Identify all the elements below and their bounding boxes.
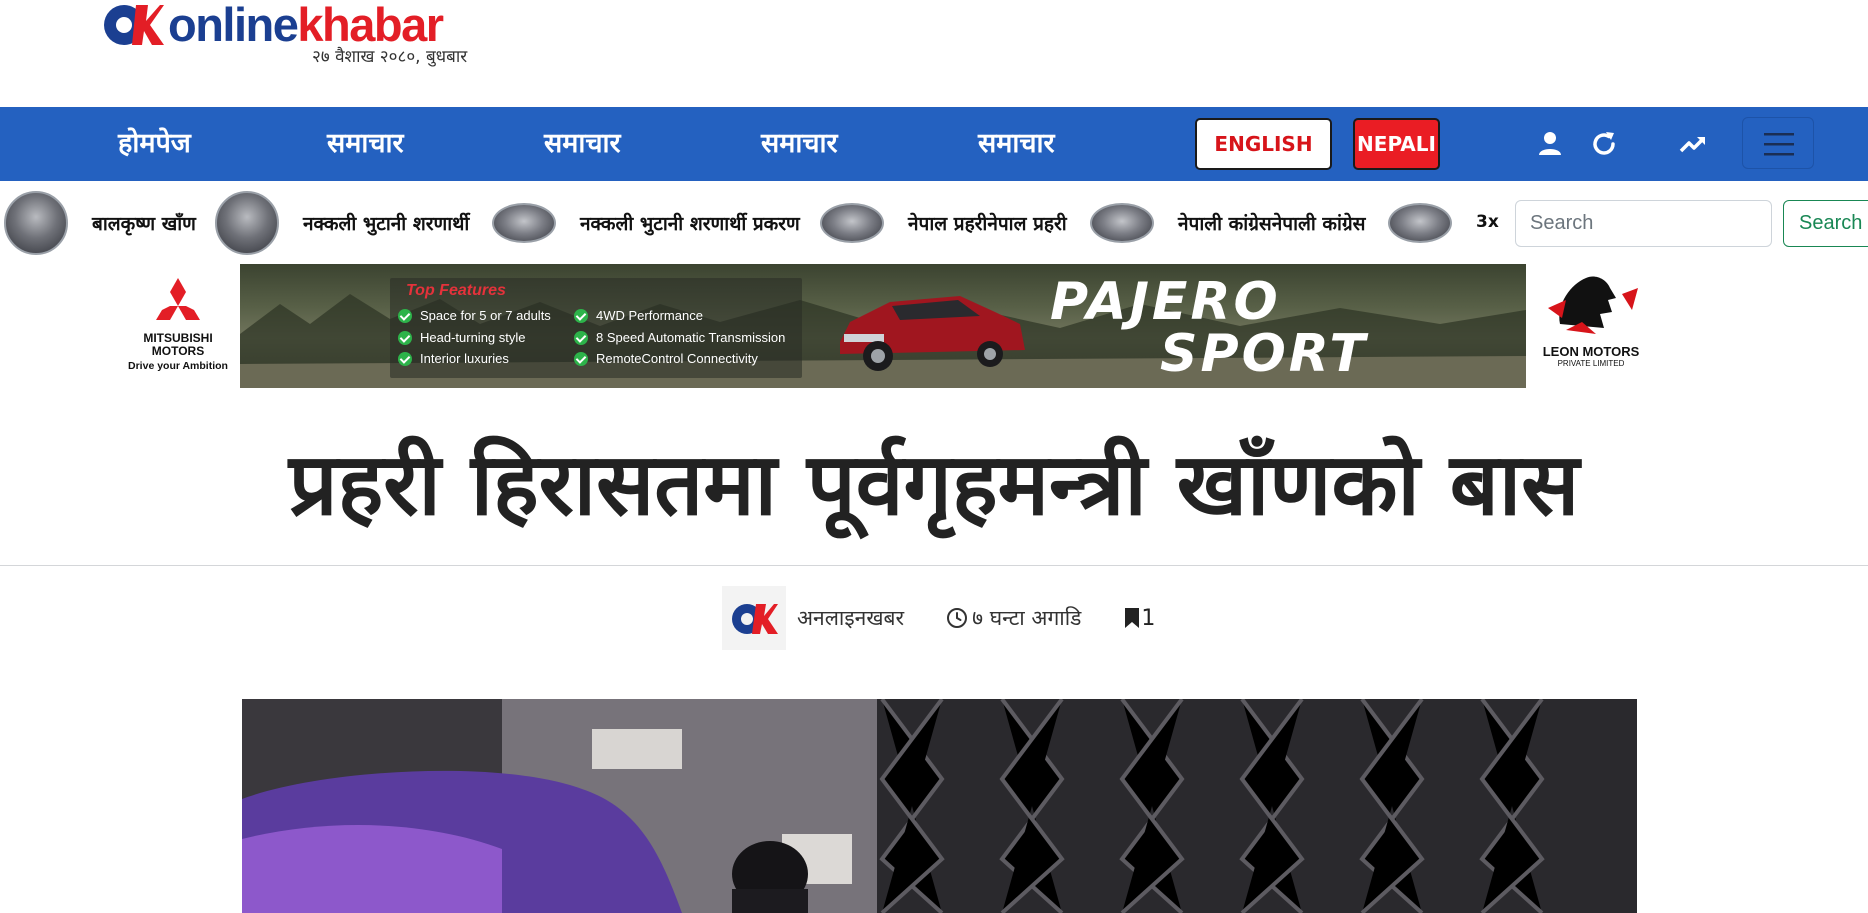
logo-mark-icon xyxy=(102,1,164,49)
trending-thumbnail xyxy=(492,203,556,243)
nepali-button[interactable]: NEPALI xyxy=(1353,118,1440,170)
site-logo[interactable]: onlinekhabar xyxy=(102,0,444,51)
ok-logo-icon xyxy=(732,604,778,634)
nav-item-home[interactable]: होमपेज xyxy=(118,107,191,181)
user-icon[interactable] xyxy=(1533,127,1567,161)
leon-motors-name: LEON MOTORS xyxy=(1542,344,1640,359)
bookmark-count: 1 xyxy=(1141,605,1156,631)
leon-motors-sub: PRIVATE LIMITED xyxy=(1557,359,1625,368)
features-panel: Top Features Space for 5 or 7 adults Hea… xyxy=(390,278,802,378)
logo-text-online: online xyxy=(168,0,299,51)
hamburger-menu-icon xyxy=(1764,133,1794,156)
trending-item-label: बालकृष्ण खाँण xyxy=(92,213,196,235)
check-icon xyxy=(574,330,588,345)
police-custody-photo xyxy=(242,699,1637,913)
article-meta: अनलाइनखबर ७ घन्टा अगाडि 1 xyxy=(722,586,1155,650)
trending-item[interactable]: नेपाली कांग्रेसनेपाली कांग्रेस xyxy=(1090,181,1366,265)
clock-icon xyxy=(947,608,968,628)
nav-item-news-3[interactable]: समाचार xyxy=(761,107,838,181)
check-icon xyxy=(398,330,412,345)
nav-item-news-1[interactable]: समाचार xyxy=(327,107,404,181)
main-nav: होमपेज समाचार समाचार समाचार समाचार ENGLI… xyxy=(0,107,1868,181)
bookmark-button[interactable]: 1 xyxy=(1123,606,1155,631)
search-button[interactable]: Search xyxy=(1783,200,1868,247)
pajero-sport-wordmark: PAJERO SPORT xyxy=(1050,272,1368,384)
refresh-icon[interactable] xyxy=(1587,127,1621,161)
red-suv-image xyxy=(840,296,1025,371)
feature-item: Space for 5 or 7 adults xyxy=(398,308,551,323)
headline-divider xyxy=(0,565,1868,566)
nav-item-news-2[interactable]: समाचार xyxy=(544,107,621,181)
article-featured-image xyxy=(242,699,1637,913)
mitsubishi-logo: MITSUBISHI MOTORS Drive your Ambition xyxy=(116,264,240,388)
scroll-speed-toggle[interactable]: 3x xyxy=(1476,212,1499,232)
trending-item[interactable] xyxy=(1388,181,1452,265)
lion-emblem-icon xyxy=(1548,276,1638,334)
english-button[interactable]: ENGLISH xyxy=(1195,118,1332,170)
trending-thumbnail xyxy=(215,191,279,255)
check-icon xyxy=(398,351,412,366)
publish-time: ७ घन्टा अगाडि xyxy=(946,604,1081,632)
feature-item: Head-turning style xyxy=(398,330,526,345)
feature-item: 4WD Performance xyxy=(574,308,703,323)
search-input[interactable] xyxy=(1515,200,1772,247)
feature-item: Interior luxuries xyxy=(398,351,509,366)
mitsubishi-tagline: Drive your Ambition xyxy=(128,360,228,372)
author-avatar xyxy=(722,586,786,650)
trending-item[interactable]: नेपाल प्रहरीनेपाल प्रहरी xyxy=(820,181,1067,265)
trending-item[interactable]: बालकृष्ण खाँण xyxy=(4,181,196,265)
publish-time-label: ७ घन्टा अगाडि xyxy=(972,606,1082,630)
trending-item-label: नेपाली कांग्रेसनेपाली कांग्रेस xyxy=(1178,213,1366,235)
trending-thumbnail xyxy=(1388,203,1452,243)
leon-motors-logo: LEON MOTORS PRIVATE LIMITED xyxy=(1526,264,1656,388)
pajero-ad-image: Top Features Space for 5 or 7 adults Hea… xyxy=(240,264,1526,388)
check-icon xyxy=(574,308,588,323)
nav-item-news-4[interactable]: समाचार xyxy=(978,107,1055,181)
advertisement-banner[interactable]: MITSUBISHI MOTORS Drive your Ambition To… xyxy=(116,264,1656,388)
menu-toggle-button[interactable] xyxy=(1742,117,1814,169)
bookmark-icon xyxy=(1125,608,1140,628)
mitsubishi-diamonds-icon xyxy=(156,278,200,320)
trending-item-label: नेपाल प्रहरीनेपाल प्रहरी xyxy=(908,213,1067,235)
trending-thumbnail xyxy=(4,191,68,255)
trending-thumbnail xyxy=(1090,203,1154,243)
feature-item: 8 Speed Automatic Transmission xyxy=(574,330,785,345)
current-date: २७ वैशाख २०८०, बुधबार xyxy=(312,47,468,67)
author-name[interactable]: अनलाइनखबर xyxy=(797,604,904,632)
site-header: onlinekhabar २७ वैशाख २०८०, बुधबार xyxy=(0,0,1868,107)
features-title: Top Features xyxy=(406,282,506,299)
feature-item: RemoteControl Connectivity xyxy=(574,351,758,366)
check-icon xyxy=(398,308,412,323)
mitsubishi-brand-line2: MOTORS xyxy=(151,344,205,358)
trending-icon[interactable] xyxy=(1676,127,1710,161)
check-icon xyxy=(574,351,588,366)
trending-item[interactable]: नक्कली भुटानी शरणार्थी xyxy=(215,181,469,265)
trending-thumbnail xyxy=(820,203,884,243)
trending-item-label: नक्कली भुटानी शरणार्थी xyxy=(303,213,470,235)
trending-item[interactable]: नक्कली भुटानी शरणार्थी प्रकरण xyxy=(492,181,800,265)
trending-item-label: नक्कली भुटानी शरणार्थी प्रकरण xyxy=(580,213,800,235)
article-headline: प्रहरी हिरासतमा पूर्वगृहमन्त्री खाँणको ब… xyxy=(288,435,1580,535)
